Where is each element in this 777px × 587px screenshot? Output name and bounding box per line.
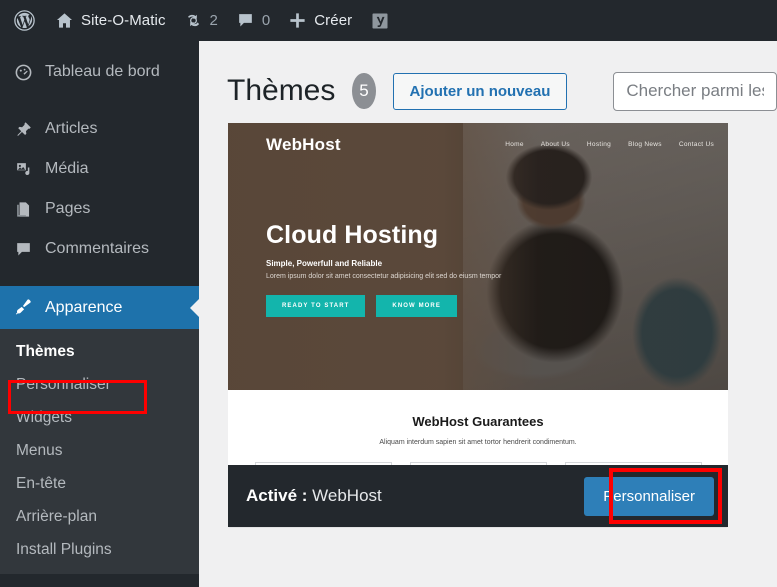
sidebar-item-media[interactable]: Média bbox=[0, 149, 199, 189]
submenu-item-header[interactable]: En-tête bbox=[0, 467, 199, 500]
active-theme-label: Activé : WebHost bbox=[246, 486, 382, 506]
admin-bar: Site-O-Matic 2 0 Créer bbox=[0, 0, 777, 41]
submenu-item-customize[interactable]: Personnaliser bbox=[0, 368, 199, 401]
admin-bar-yoast[interactable] bbox=[361, 0, 399, 41]
plus-icon bbox=[288, 11, 307, 30]
comments-count: 0 bbox=[261, 12, 271, 29]
submenu-item-install-plugins[interactable]: Install Plugins bbox=[0, 533, 199, 566]
sidebar-item-label: Articles bbox=[45, 120, 98, 137]
site-name-label: Site-O-Matic bbox=[81, 12, 166, 29]
admin-bar-new-content[interactable]: Créer bbox=[279, 0, 361, 41]
theme-preview-topbar: WebHost Home About Us Hosting Blog News … bbox=[228, 123, 728, 171]
home-icon bbox=[55, 11, 74, 30]
sidebar-item-dashboard[interactable]: Tableau de bord bbox=[0, 52, 199, 92]
add-new-theme-button[interactable]: Ajouter un nouveau bbox=[392, 72, 568, 110]
page-header: Thèmes 5 Ajouter un nouveau bbox=[199, 41, 777, 115]
customize-button[interactable]: Personnaliser bbox=[584, 476, 714, 516]
active-theme-name: WebHost bbox=[312, 486, 382, 505]
theme-card-webhost[interactable]: WebHost Home About Us Hosting Blog News … bbox=[228, 123, 728, 527]
dashboard-icon bbox=[12, 63, 34, 82]
submenu-item-widgets[interactable]: Widgets bbox=[0, 401, 199, 434]
theme-screenshot: WebHost Home About Us Hosting Blog News … bbox=[228, 123, 728, 465]
hero-paragraph: Lorem ipsum dolor sit amet consectetur a… bbox=[266, 273, 502, 280]
guarantees-subtitle: Aliquam interdum sapien sit amet tortor … bbox=[379, 439, 577, 446]
admin-bar-wordpress-logo[interactable] bbox=[0, 0, 46, 41]
submenu-item-menus[interactable]: Menus bbox=[0, 434, 199, 467]
sidebar-item-appearance[interactable]: Apparence bbox=[0, 286, 199, 329]
new-content-label: Créer bbox=[314, 12, 353, 29]
hero-subtitle: Simple, Powerfull and Reliable bbox=[266, 259, 383, 268]
paintbrush-icon bbox=[12, 298, 34, 317]
nav-item-contact: Contact Us bbox=[678, 141, 714, 148]
pages-icon bbox=[12, 200, 34, 219]
active-prefix: Activé : bbox=[246, 486, 308, 505]
admin-bar-comments[interactable]: 0 bbox=[227, 0, 279, 41]
sidebar-item-label: Commentaires bbox=[45, 240, 150, 257]
yoast-seo-icon bbox=[370, 11, 390, 31]
comment-bubble-icon bbox=[236, 11, 255, 30]
media-icon bbox=[12, 160, 34, 179]
sidebar-item-posts[interactable]: Articles bbox=[0, 109, 199, 149]
nav-item-blog-news: Blog News bbox=[628, 141, 662, 148]
comment-icon bbox=[12, 240, 34, 259]
theme-preview-guarantees-section: WebHost Guarantees Aliquam interdum sapi… bbox=[228, 390, 728, 465]
theme-preview-hero-body: Cloud Hosting Simple, Powerfull and Reli… bbox=[266, 221, 501, 317]
sidebar-item-label: Média bbox=[45, 160, 89, 177]
admin-content-area: Thèmes 5 Ajouter un nouveau WebHost Home… bbox=[199, 41, 777, 587]
submenu-item-themes[interactable]: Thèmes bbox=[0, 335, 199, 368]
admin-sidebar-menu: Tableau de bord Articles Média Pages Com bbox=[0, 41, 199, 587]
pin-icon bbox=[12, 120, 34, 139]
theme-search-input[interactable] bbox=[626, 81, 764, 101]
nav-item-home: Home bbox=[505, 141, 524, 148]
nav-item-hosting: Hosting bbox=[586, 141, 612, 148]
theme-preview-nav: Home About Us Hosting Blog News Contact … bbox=[505, 141, 714, 148]
page-title: Thèmes bbox=[227, 74, 336, 107]
admin-bar-site-name[interactable]: Site-O-Matic bbox=[46, 0, 175, 41]
updates-count: 2 bbox=[209, 12, 218, 29]
sidebar-item-label: Pages bbox=[45, 200, 91, 217]
sidebar-item-comments[interactable]: Commentaires bbox=[0, 229, 199, 269]
appearance-submenu: Thèmes Personnaliser Widgets Menus En-tê… bbox=[0, 329, 199, 574]
sidebar-item-pages[interactable]: Pages bbox=[0, 189, 199, 229]
sidebar-item-label: Apparence bbox=[45, 298, 123, 316]
theme-search-box[interactable] bbox=[613, 71, 777, 111]
hero-button-know-more: KNOW MORE bbox=[376, 295, 457, 317]
hero-title: Cloud Hosting bbox=[266, 221, 439, 249]
wordpress-logo-icon bbox=[14, 10, 35, 31]
guarantees-title: WebHost Guarantees bbox=[412, 414, 544, 429]
hero-button-ready-to-start: READY TO START bbox=[266, 295, 366, 317]
nav-item-about: About Us bbox=[540, 141, 570, 148]
hero-button-group: READY TO START KNOW MORE bbox=[266, 295, 501, 317]
theme-active-bar: Activé : WebHost Personnaliser bbox=[228, 465, 728, 527]
theme-count-badge: 5 bbox=[352, 73, 376, 109]
admin-bar-updates[interactable]: 2 bbox=[175, 0, 227, 41]
updates-icon bbox=[184, 11, 203, 30]
submenu-item-background[interactable]: Arrière-plan bbox=[0, 500, 199, 533]
sidebar-item-label: Tableau de bord bbox=[45, 63, 160, 80]
theme-preview-brand: WebHost bbox=[266, 135, 341, 154]
wordpress-admin-screen: Site-O-Matic 2 0 Créer Tableau de bord A… bbox=[0, 0, 777, 587]
